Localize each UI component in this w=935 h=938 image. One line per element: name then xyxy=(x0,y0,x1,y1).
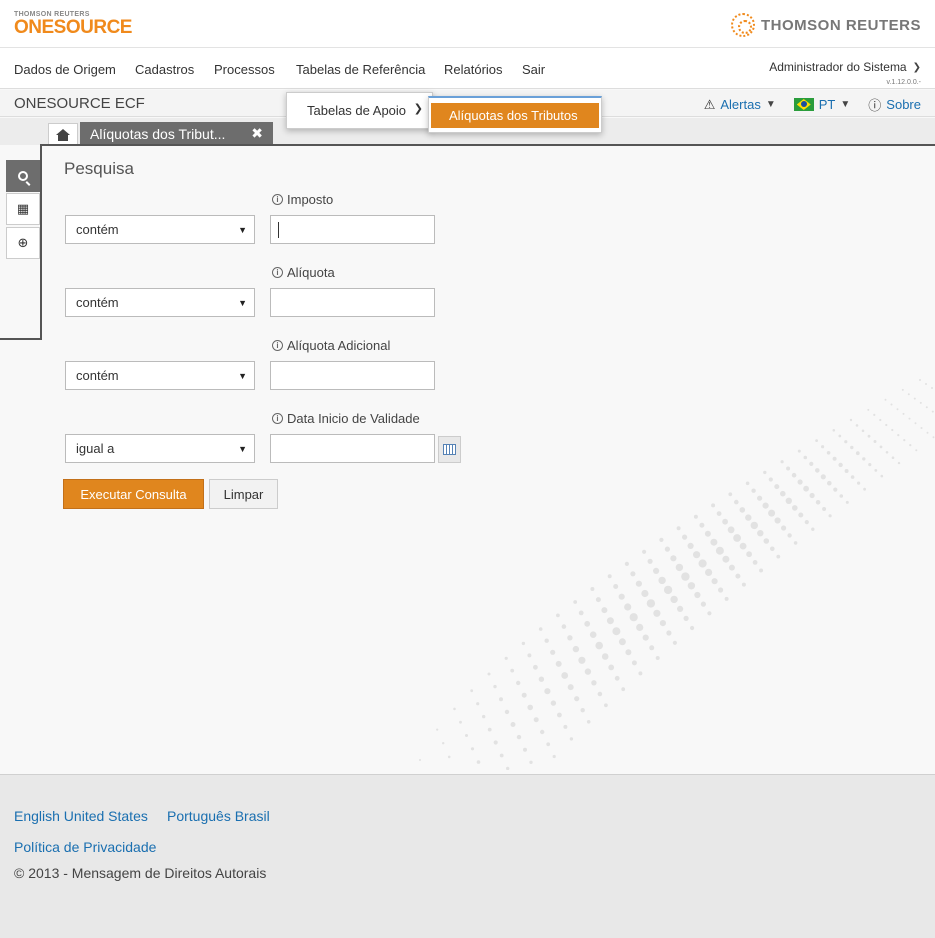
user-menu[interactable]: Administrador do Sistema ❯ xyxy=(769,60,921,74)
footer-link-english[interactable]: English United States xyxy=(14,808,148,824)
content-border xyxy=(40,144,935,146)
calendar-panel-button[interactable]: ▦ xyxy=(6,193,40,225)
warning-icon: ⚠ xyxy=(703,96,716,112)
submenu-tabelas-de-referencia: Tabelas de Apoio ❯ xyxy=(286,92,433,129)
menu-item-tabelas-de-apoio[interactable]: Tabelas de Apoio xyxy=(307,103,406,118)
dropdown-arrow-icon: ▼ xyxy=(238,371,247,381)
alerts-label: Alertas xyxy=(720,97,761,112)
nav-item-cadastros[interactable]: Cadastros xyxy=(135,62,194,77)
subheader-actions: ⚠ Alertas ▼ PT ▼ ⓘ Sobre xyxy=(704,95,921,114)
chevron-down-icon: ▼ xyxy=(765,99,776,110)
language-label: PT xyxy=(818,97,836,112)
tab-home[interactable] xyxy=(48,123,78,145)
search-title: Pesquisa xyxy=(64,159,134,178)
aliquota-adicional-label: i Alíquota Adicional xyxy=(272,338,390,353)
about-link[interactable]: ⓘ Sobre xyxy=(868,95,921,114)
imposto-operator-select[interactable]: contém ▼ xyxy=(65,215,255,244)
text-cursor xyxy=(278,222,279,238)
nav-item-sair[interactable]: Sair xyxy=(522,62,545,77)
dropdown-arrow-icon: ▼ xyxy=(238,444,247,454)
nav-item-dados-de-origem[interactable]: Dados de Origem xyxy=(14,62,116,77)
about-label: Sobre xyxy=(886,97,921,112)
data-inicio-label: i Data Inicio de Validade xyxy=(272,411,420,426)
thomson-reuters-logo: THOMSON REUTERS xyxy=(730,13,921,37)
search-icon xyxy=(18,171,28,181)
footer-link-privacy[interactable]: Política de Privacidade xyxy=(14,839,156,855)
aliquota-operator-value: contém xyxy=(76,295,119,310)
dropdown-arrow-icon: ▼ xyxy=(238,298,247,308)
footer-link-portugues[interactable]: Português Brasil xyxy=(167,808,270,824)
imposto-operator-value: contém xyxy=(76,222,119,237)
brand-name: ONESOURCE xyxy=(14,17,132,38)
footer-copyright: © 2013 - Mensagem de Direitos Autorais xyxy=(14,865,267,881)
language-menu[interactable]: PT ▼ xyxy=(793,97,851,112)
tab-label: Alíquotas dos Tribut... xyxy=(90,126,226,142)
alerts-menu[interactable]: ⚠ Alertas ▼ xyxy=(704,97,776,113)
aliquota-label-text: Alíquota xyxy=(287,265,335,280)
info-icon: i xyxy=(272,267,283,278)
imposto-label: i Imposto xyxy=(272,192,333,207)
tab-aliquotas[interactable]: Alíquotas dos Tribut... ✖ xyxy=(80,122,273,145)
clear-button[interactable]: Limpar xyxy=(209,479,278,509)
search-panel-button[interactable] xyxy=(6,160,40,192)
aliquota-label: i Alíquota xyxy=(272,265,335,280)
aliquota-adicional-operator-value: contém xyxy=(76,368,119,383)
chevron-down-icon: ▼ xyxy=(840,99,851,110)
thomson-reuters-logo-text: THOMSON REUTERS xyxy=(760,16,921,34)
aliquota-adicional-label-text: Alíquota Adicional xyxy=(287,338,391,353)
side-toolbar: ▦ ⊕ xyxy=(0,145,42,340)
data-inicio-operator-select[interactable]: igual a ▼ xyxy=(65,434,255,463)
decorative-dot-pattern xyxy=(419,379,935,770)
calendar-icon: ▦ xyxy=(16,201,30,216)
close-icon[interactable]: ✖ xyxy=(251,125,263,142)
version-label: v.1.12.0.0.- xyxy=(886,79,921,86)
info-icon: i xyxy=(272,194,283,205)
data-inicio-operator-value: igual a xyxy=(76,441,115,456)
menu-item-aliquotas-dos-tributos[interactable]: Alíquotas dos Tributos xyxy=(431,103,599,128)
app-header: THOMSON REUTERS ONESOURCE THOMSON REUTER… xyxy=(0,0,935,48)
onesource-logo[interactable]: THOMSON REUTERS ONESOURCE xyxy=(14,11,132,38)
add-button[interactable]: ⊕ xyxy=(6,227,40,259)
calendar-icon xyxy=(443,444,456,455)
execute-query-button[interactable]: Executar Consulta xyxy=(63,479,204,509)
thomson-reuters-mark-icon xyxy=(730,13,755,37)
data-inicio-label-text: Data Inicio de Validade xyxy=(287,411,420,426)
info-icon: ⓘ xyxy=(868,98,882,113)
imposto-input[interactable] xyxy=(270,215,435,244)
user-name: Administrador do Sistema xyxy=(769,60,907,74)
aliquota-operator-select[interactable]: contém ▼ xyxy=(65,288,255,317)
main-nav: Dados de Origem Cadastros Processos Tabe… xyxy=(0,48,935,89)
submenu-tabelas-de-apoio: Alíquotas dos Tributos xyxy=(428,96,602,133)
footer: English United States Português Brasil P… xyxy=(0,774,935,938)
dropdown-arrow-icon: ▼ xyxy=(238,225,247,235)
info-icon: i xyxy=(272,413,283,424)
aliquota-adicional-input[interactable] xyxy=(270,361,435,390)
aliquota-input[interactable] xyxy=(270,288,435,317)
imposto-label-text: Imposto xyxy=(287,192,334,207)
app-name: ONESOURCE ECF xyxy=(14,95,145,112)
nav-item-tabelas-de-referencia[interactable]: Tabelas de Referência xyxy=(296,62,425,77)
nav-item-relatorios[interactable]: Relatórios xyxy=(444,62,503,77)
info-icon: i xyxy=(272,340,283,351)
plus-circle-icon: ⊕ xyxy=(17,235,29,250)
date-picker-button[interactable] xyxy=(438,436,461,463)
home-icon xyxy=(56,128,70,141)
nav-item-processos[interactable]: Processos xyxy=(214,62,275,77)
chevron-down-icon: ❯ xyxy=(912,61,921,73)
data-inicio-input[interactable] xyxy=(270,434,435,463)
aliquota-adicional-operator-select[interactable]: contém ▼ xyxy=(65,361,255,390)
brazil-flag-icon xyxy=(793,98,814,111)
chevron-right-icon: ❯ xyxy=(413,103,423,115)
